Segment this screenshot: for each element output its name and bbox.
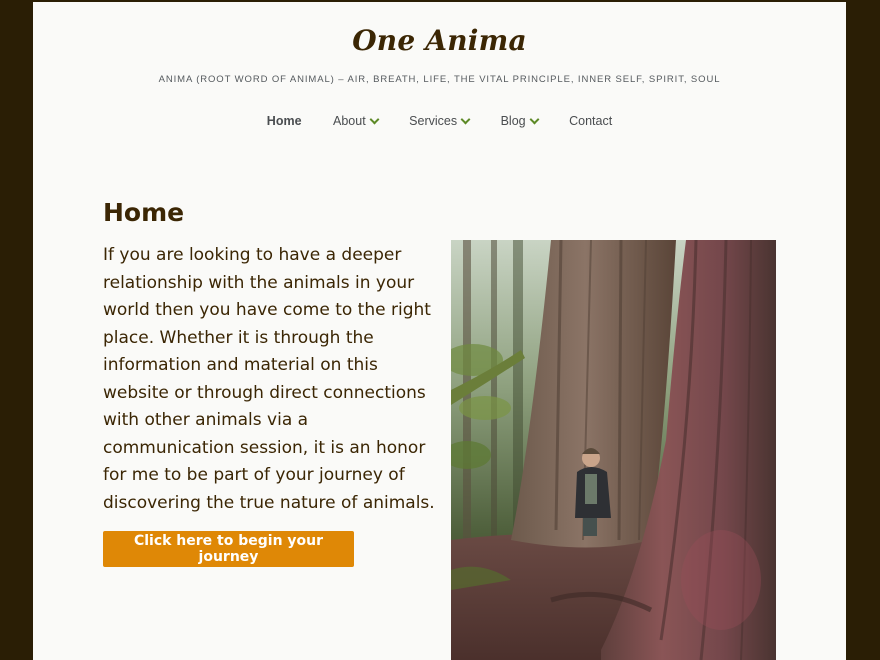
nav-item-about[interactable]: About	[333, 114, 380, 128]
chevron-down-icon	[369, 114, 380, 125]
nav-item-home[interactable]: Home	[267, 114, 302, 128]
begin-journey-button[interactable]: Click here to begin your journey	[103, 531, 354, 567]
nav-label-blog: Blog	[500, 114, 526, 128]
main-navigation: Home About Services Blog Contact	[33, 114, 846, 128]
nav-label-services: Services	[409, 114, 458, 128]
page-container: One Anima ANIMA (ROOT WORD OF ANIMAL) – …	[33, 2, 846, 660]
nav-item-blog[interactable]: Blog	[500, 114, 540, 128]
nav-label-home: Home	[266, 114, 302, 128]
intro-paragraph: If you are looking to have a deeper rela…	[103, 245, 435, 513]
forest-tree-photo	[451, 240, 776, 660]
chevron-down-icon	[460, 114, 471, 125]
forest-tree-photo-graphic	[451, 240, 776, 660]
nav-label-contact: Contact	[569, 114, 613, 128]
nav-item-services[interactable]: Services	[409, 114, 471, 128]
page-title: Home	[103, 198, 185, 227]
site-tagline: ANIMA (ROOT WORD OF ANIMAL) – AIR, BREAT…	[158, 74, 721, 85]
nav-item-contact[interactable]: Contact	[569, 114, 612, 128]
nav-label-about: About	[333, 114, 366, 128]
site-title[interactable]: One Anima	[33, 24, 846, 57]
chevron-down-icon	[529, 114, 540, 125]
